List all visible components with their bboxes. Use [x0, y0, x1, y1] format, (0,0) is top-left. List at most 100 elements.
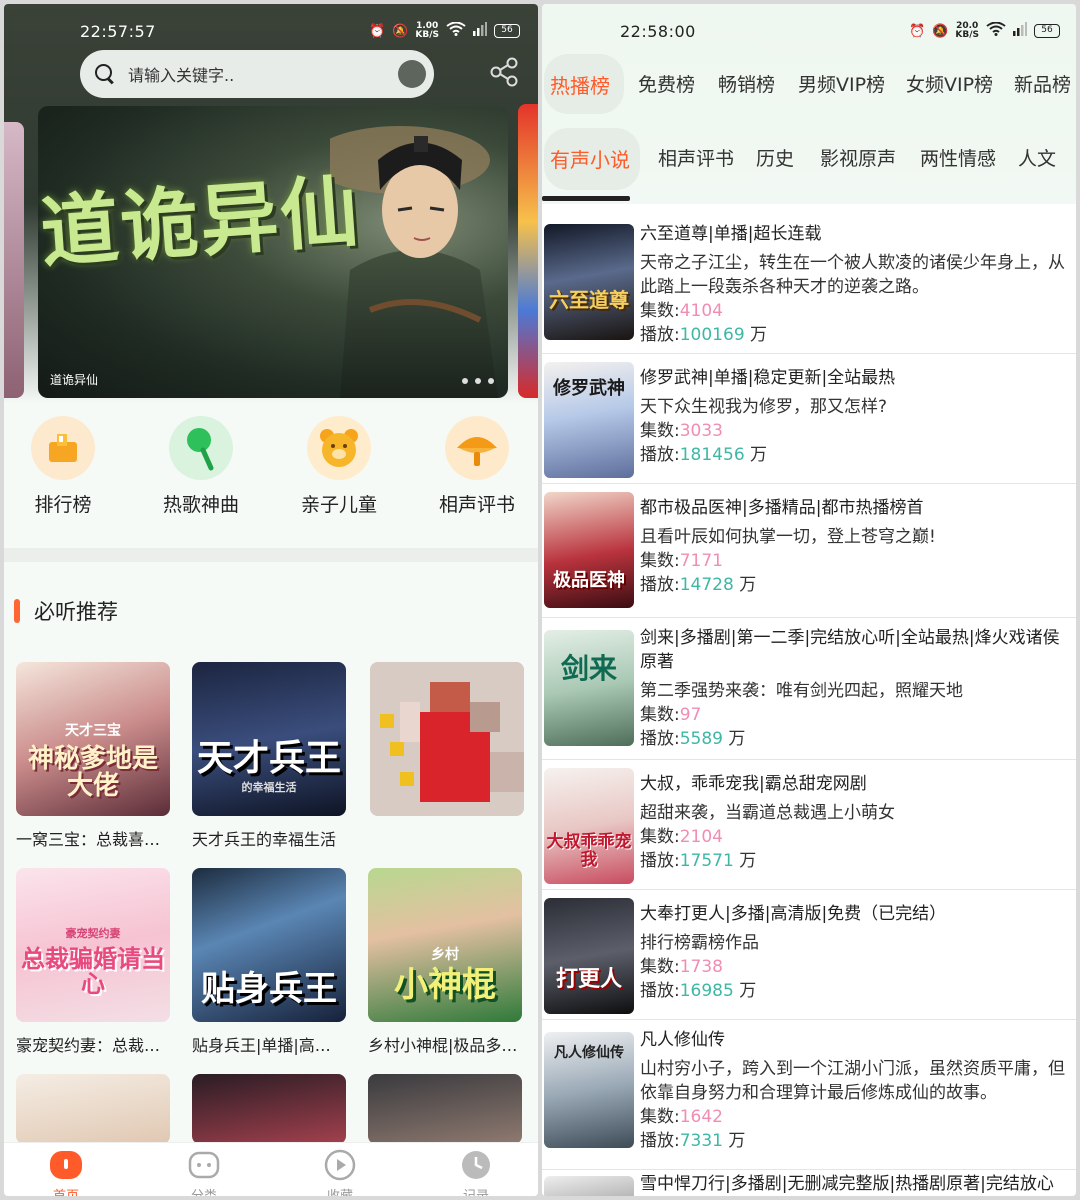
book-cover: 豪宠契约妻 总裁骗婚请当心 [16, 868, 170, 1022]
list-item[interactable]: 凡人修仙传 凡人修仙传 山村穷小子，跨入到一个江湖小门派，虽然资质平庸，但依靠自… [542, 1020, 1076, 1170]
book-cover: 剑来 [544, 630, 634, 746]
tab-favorites[interactable]: 收藏 [300, 1147, 380, 1196]
book-card[interactable]: 乡村 小神棍 乡村小神棍|极品多… [368, 868, 524, 1056]
search-placeholder: 请输入关键字.. [128, 66, 235, 85]
tab-history[interactable]: 记录 [436, 1147, 516, 1196]
tab-history[interactable]: 历史 [756, 144, 794, 171]
quick-link-kids[interactable]: 亲子儿童 [284, 416, 394, 517]
status-time: 22:57:57 [80, 21, 156, 41]
search-icon [94, 63, 116, 85]
item-desc: 天下众生视我为修罗，那又怎样? [640, 397, 888, 417]
list-item[interactable]: 打更人 大奉打更人|多播|高清版|免费（已完结） 排行榜霸榜作品 集数:1738… [542, 890, 1076, 1020]
item-title: 凡人修仙传 [640, 1030, 725, 1050]
carousel-next-peek[interactable] [518, 104, 538, 398]
search-bar[interactable]: 请输入关键字.. [80, 50, 434, 98]
tab-male-vip[interactable]: 男频VIP榜 [798, 70, 885, 97]
tab-soundtrack[interactable]: 影视原声 [820, 144, 896, 171]
list-item[interactable]: 六至道尊 六至道尊|单播|超长连载 天帝之子江尘，转生在一个被人欺凌的诸侯少年身… [542, 210, 1076, 354]
network-speed: 1.00 KB/S [415, 21, 439, 40]
tab-relationships[interactable]: 两性情感 [920, 144, 996, 171]
music-note-icon [169, 416, 233, 480]
item-episodes: 集数:4104 [640, 301, 723, 321]
carousel-prev-peek[interactable] [4, 122, 24, 398]
tab-bestseller[interactable]: 畅销榜 [718, 70, 775, 97]
trophy-icon [31, 416, 95, 480]
book-cover [16, 1074, 170, 1144]
item-episodes: 集数:1642 [640, 1107, 723, 1127]
item-desc: 排行榜霸榜作品 [640, 933, 759, 953]
banner-caption: 道诡异仙 [50, 373, 99, 387]
list-item[interactable]: 修罗武神 修罗武神|单播|稳定更新|全站最热 天下众生视我为修罗，那又怎样? 集… [542, 354, 1076, 484]
book-title: 贴身兵王|单播|高… [192, 1036, 331, 1055]
tab-crosstalk[interactable]: 相声评书 [658, 144, 734, 171]
hero-banner[interactable]: 道诡异仙 道诡异仙 [38, 106, 508, 398]
list-item[interactable]: 雪中悍刀行|多播剧|无删减完整版|热播剧原著|完结放心 [542, 1170, 1076, 1196]
tab-home[interactable]: 首页 [26, 1147, 106, 1196]
book-card[interactable]: 豪宠契约妻 总裁骗婚请当心 豪宠契约妻：总裁… [16, 868, 172, 1056]
book-title: 豪宠契约妻：总裁… [16, 1036, 161, 1055]
voice-search-icon[interactable] [398, 60, 426, 88]
bear-icon [307, 416, 371, 480]
book-cover: 天才兵王 的幸福生活 [192, 662, 346, 816]
item-plays: 播放:14728 万 [640, 575, 757, 595]
tab-audio-novel[interactable]: 有声小说 [550, 144, 630, 173]
section-header: 必听推荐 [14, 596, 118, 626]
item-title: 六至道尊|单播|超长连载 [640, 224, 822, 244]
quick-link-hot-songs[interactable]: 热歌神曲 [146, 416, 256, 517]
tab-new[interactable]: 新品榜 [1014, 70, 1071, 97]
quick-link-ranking[interactable]: 排行榜 [8, 416, 118, 517]
banner-title: 道诡异仙 [38, 165, 364, 280]
item-episodes: 集数:2104 [640, 827, 723, 847]
tab-female-vip[interactable]: 女频VIP榜 [906, 70, 993, 97]
home-screen: 22:57:57 ⏰ 🔕 1.00 KB/S 56 请输入关键字.. 道诡异仙 … [4, 4, 538, 1196]
tab-category[interactable]: 分类 [164, 1147, 244, 1196]
item-title: 雪中悍刀行|多播剧|无删减完整版|热播剧原著|完结放心 [640, 1174, 1054, 1194]
mute-icon: 🔕 [392, 23, 409, 39]
tab-hot[interactable]: 热播榜 [550, 70, 610, 99]
section-title: 必听推荐 [34, 600, 118, 624]
list-item[interactable]: 剑来 剑来|多播剧|第一二季|完结放心听|全站最热|烽火戏诸侯原著 第二季强势来… [542, 618, 1076, 760]
book-cover: 大叔乖乖宠我 [544, 768, 634, 884]
book-cover: 贴身兵王 [192, 868, 346, 1022]
book-cover [544, 1176, 634, 1196]
share-icon[interactable] [488, 56, 520, 88]
tab-free[interactable]: 免费榜 [638, 70, 695, 97]
fan-icon [445, 416, 509, 480]
category-tabs: 有声小说 相声评书 历史 影视原声 两性情感 人文 [542, 128, 1076, 190]
status-bar: 22:58:00 ⏰ 🔕 20.0 KB/S 56 [620, 18, 1060, 44]
carousel-dot[interactable] [475, 378, 481, 384]
list-item[interactable]: 大叔乖乖宠我 大叔，乖乖宠我|霸总甜宠网剧 超甜来袭，当霸道总裁遇上小萌女 集数… [542, 760, 1076, 890]
carousel-dot[interactable] [488, 378, 494, 384]
carousel-dot[interactable] [462, 378, 468, 384]
item-episodes: 集数:7171 [640, 551, 723, 571]
item-desc: 且看叶辰如何执掌一切，登上苍穹之巅! [640, 527, 936, 547]
bottom-tab-bar: 首页 分类 收藏 记录 [4, 1142, 538, 1196]
book-card-censored[interactable] [370, 662, 526, 846]
quick-links: 排行榜 热歌神曲 亲子儿童 相声评书 [4, 416, 538, 526]
book-card[interactable] [192, 1074, 348, 1144]
item-desc: 山村穷小子，跨入到一个江湖小门派，虽然资质平庸，但依靠自身努力和合理算计最后修炼… [640, 1059, 1065, 1103]
book-cover: 凡人修仙传 [544, 1032, 634, 1148]
status-time: 22:58:00 [620, 21, 696, 41]
clock-icon [458, 1147, 494, 1183]
network-speed: 20.0 KB/S [955, 21, 979, 40]
book-cover: 打更人 [544, 898, 634, 1014]
book-card[interactable]: 天才兵王 的幸福生活 天才兵王的幸福生活 [192, 662, 348, 850]
book-card[interactable]: 贴身兵王 贴身兵王|单播|高… [192, 868, 348, 1056]
ranking-screen: 22:58:00 ⏰ 🔕 20.0 KB/S 56 热播榜 免费榜 畅销榜 男频V… [542, 4, 1076, 1196]
book-cover: 修罗武神 [544, 362, 634, 478]
book-card[interactable] [16, 1074, 172, 1144]
item-plays: 播放:7331 万 [640, 1131, 746, 1151]
wifi-icon [986, 21, 1006, 40]
book-title: 一窝三宝：总裁喜… [16, 830, 161, 849]
item-plays: 播放:5589 万 [640, 729, 746, 749]
item-desc: 第二季强势来袭：唯有剑光四起，照耀天地 [640, 681, 963, 701]
list-item[interactable]: 极品医神 都市极品医神|多播精品|都市热播榜首 且看叶辰如何执掌一切，登上苍穹之… [542, 484, 1076, 618]
book-cover: 极品医神 [544, 492, 634, 608]
item-episodes: 集数:97 [640, 705, 702, 725]
book-card[interactable]: 天才三宝 神秘爹地是大佬 一窝三宝：总裁喜… [16, 662, 172, 850]
battery-icon: 56 [1034, 24, 1060, 38]
tab-humanities[interactable]: 人文 [1018, 144, 1056, 171]
book-card[interactable] [368, 1074, 524, 1144]
quick-link-crosstalk[interactable]: 相声评书 [422, 416, 532, 517]
